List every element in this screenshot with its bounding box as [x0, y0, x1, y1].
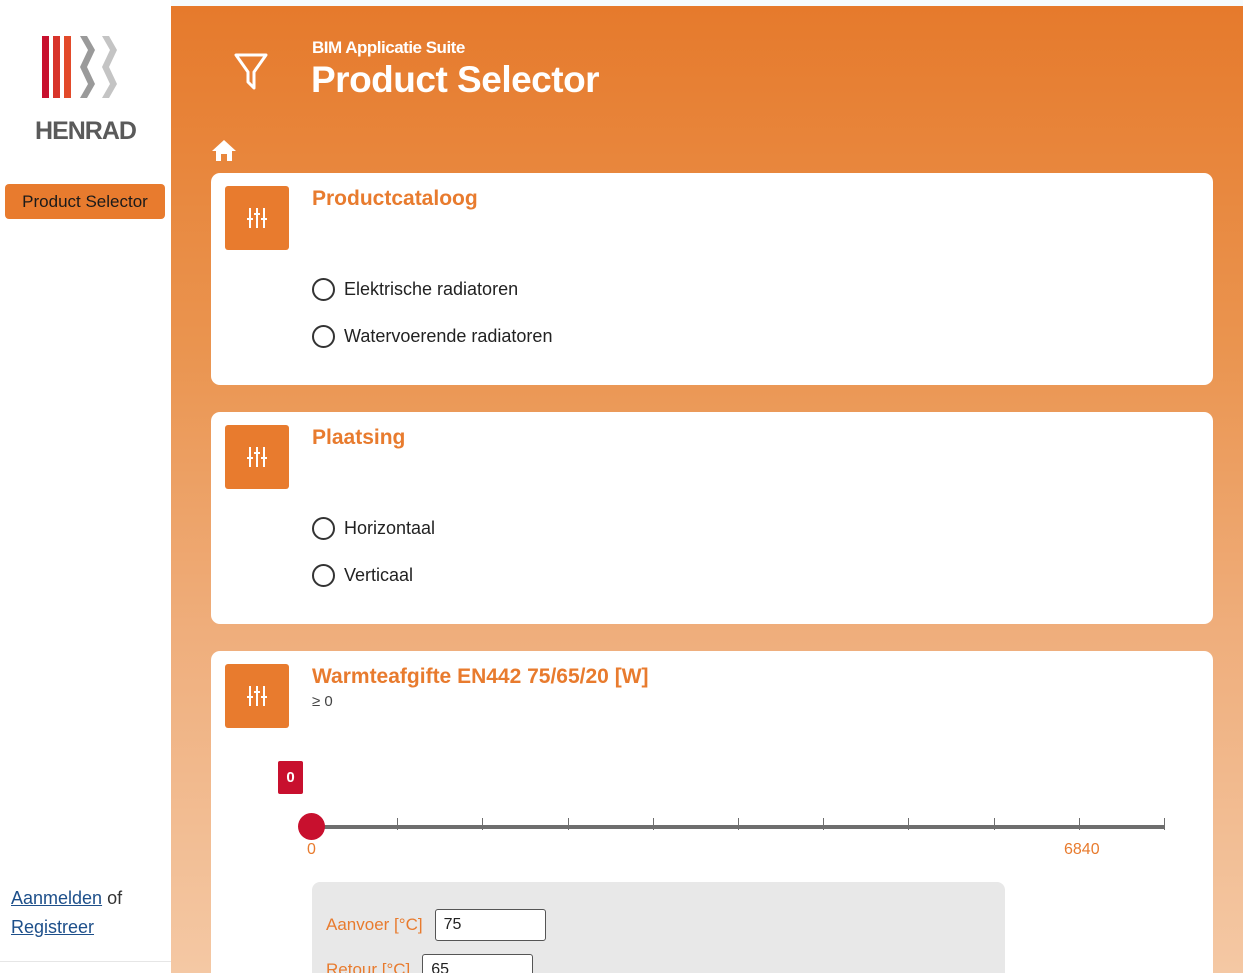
radio-horizontaal[interactable]: Horizontaal — [312, 517, 435, 540]
sliders-icon[interactable] — [225, 425, 289, 489]
slider-max-label: 6840 — [1064, 841, 1100, 858]
slider-tick — [653, 818, 654, 830]
slider-tick — [823, 818, 824, 830]
card-subtitle: ≥ 0 — [312, 693, 333, 710]
slider-tick — [738, 818, 739, 830]
temperature-panel: Aanvoer [°C] Retour [°C] — [312, 882, 1005, 973]
auth-or-text: of — [102, 888, 123, 908]
sidebar-divider — [0, 961, 171, 962]
radio-circle[interactable] — [312, 564, 335, 587]
nav-product-selector[interactable]: Product Selector — [5, 184, 165, 219]
radio-circle[interactable] — [312, 325, 335, 348]
radio-watervoerende[interactable]: Watervoerende radiatoren — [312, 325, 552, 348]
auth-links: Aanmelden of Registreer — [11, 884, 122, 942]
page-title: Product Selector — [311, 59, 600, 100]
slider-tick — [1079, 818, 1080, 830]
slider-thumb[interactable] — [298, 813, 325, 840]
supply-label: Aanvoer [°C] — [326, 915, 423, 934]
slider-tick — [397, 818, 398, 830]
return-row: Retour [°C] — [326, 954, 534, 973]
card-title: Plaatsing — [312, 426, 406, 449]
slider-tick — [908, 818, 909, 830]
home-icon[interactable] — [211, 138, 237, 162]
funnel-icon — [234, 53, 268, 90]
radio-label: Watervoerende radiatoren — [344, 326, 553, 346]
henrad-logo — [42, 36, 117, 98]
sidebar: HENRAD Product Selector Aanmelden of Reg… — [0, 0, 171, 973]
card-title: Productcataloog — [312, 187, 478, 210]
login-link[interactable]: Aanmelden — [11, 888, 102, 908]
slider-tick — [568, 818, 569, 830]
supply-row: Aanvoer [°C] — [326, 909, 546, 941]
supply-input[interactable] — [434, 909, 546, 941]
card-warmteafgifte: Warmteafgifte EN442 75/65/20 [W] ≥ 0 0 0… — [211, 651, 1213, 973]
radio-circle[interactable] — [312, 517, 335, 540]
slider-tick — [994, 818, 995, 830]
radio-elektrische[interactable]: Elektrische radiatoren — [312, 278, 518, 301]
card-title: Warmteafgifte EN442 75/65/20 [W] — [312, 665, 649, 688]
return-label: Retour [°C] — [326, 960, 411, 973]
slider-value-bubble: 0 — [278, 761, 303, 794]
radio-label: Horizontaal — [344, 518, 436, 538]
return-input[interactable] — [422, 954, 534, 973]
card-plaatsing: Plaatsing Horizontaal Verticaal — [211, 412, 1213, 624]
sliders-icon[interactable] — [225, 186, 289, 250]
radio-label: Elektrische radiatoren — [344, 279, 519, 299]
register-link[interactable]: Registreer — [11, 917, 94, 937]
slider-min-label: 0 — [307, 841, 316, 858]
card-productcatalog: Productcataloog Elektrische radiatoren W… — [211, 173, 1213, 385]
radio-circle[interactable] — [312, 278, 335, 301]
slider-tick — [1164, 818, 1165, 830]
radio-label: Verticaal — [344, 565, 414, 585]
radio-verticaal[interactable]: Verticaal — [312, 564, 413, 587]
brand-name: HENRAD — [35, 117, 137, 145]
main-content: BIM Applicatie Suite Product Selector Pr… — [171, 6, 1243, 973]
suite-name: BIM Applicatie Suite — [312, 38, 465, 57]
slider-tick — [482, 818, 483, 830]
sliders-icon[interactable] — [225, 664, 289, 728]
